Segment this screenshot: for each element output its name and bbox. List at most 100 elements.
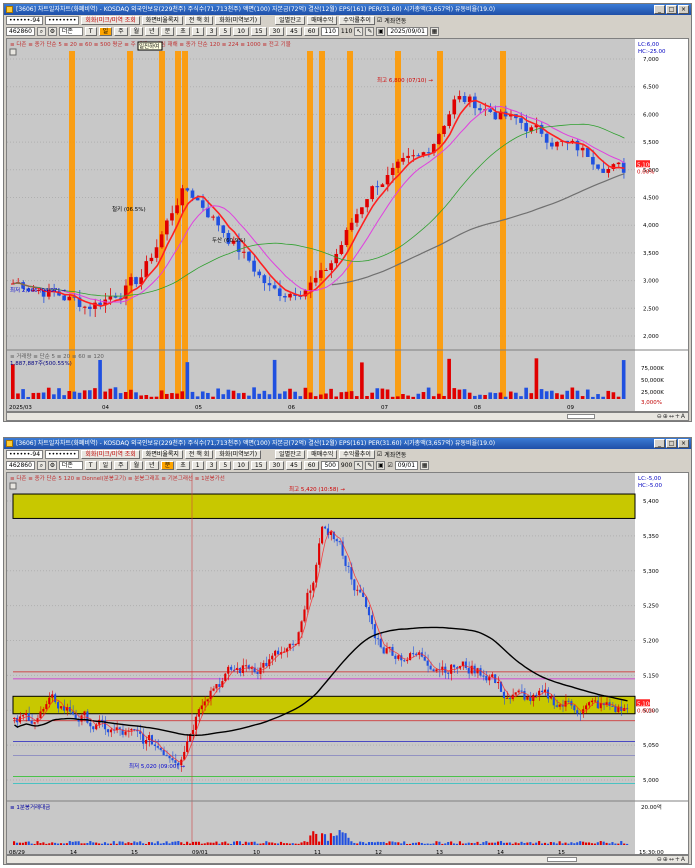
volume-bar (599, 841, 602, 845)
calendar-icon[interactable]: ▦ (420, 461, 430, 470)
minimize-icon[interactable]: _ (654, 439, 665, 448)
search-icon[interactable]: ⌕ (36, 461, 46, 470)
stock-code-input[interactable]: 462860 (6, 27, 35, 36)
close-icon[interactable]: × (678, 5, 689, 14)
settings-icon[interactable]: ⚙ (47, 27, 57, 36)
account-link-checkbox[interactable]: ☑ (377, 451, 382, 458)
daily-chart-area[interactable]: 7,000 6,500 6,000 5,500 5,000 4,500 4,000 3,500… (6, 38, 689, 412)
volume-bar (561, 843, 564, 845)
view-button[interactable]: 화화(미역보기) (215, 450, 262, 459)
trade-profit-button[interactable]: 매매수익 (307, 16, 338, 25)
all-button[interactable]: 전 책 회 (184, 16, 214, 25)
period-week-button[interactable]: 주 (114, 461, 128, 470)
cursor-icon[interactable]: ↖ (354, 27, 364, 36)
interval-10-button[interactable]: 10 (233, 461, 249, 470)
interval-15-button[interactable]: 15 (250, 27, 267, 36)
volume-bar (476, 841, 479, 845)
interval-60-button[interactable]: 60 (303, 461, 320, 470)
account-input[interactable]: ••••••-94 (6, 450, 44, 459)
daily-balance-button[interactable]: 일별잔고 (275, 450, 306, 459)
trade-profit-button[interactable]: 매매수익 (307, 450, 338, 459)
period-minute-button[interactable]: 분 (160, 27, 175, 36)
period-month-button[interactable]: 월 (129, 27, 144, 36)
close-icon[interactable]: × (678, 439, 689, 448)
interval-1-button[interactable]: 1 (191, 27, 204, 36)
volume-bar (57, 843, 60, 845)
candle-body (309, 590, 312, 593)
period-second-button[interactable]: 초 (176, 461, 190, 470)
chart-scrollbar[interactable]: ⊖⊕↔+A (6, 855, 689, 864)
settings-icon[interactable]: ⚙ (47, 461, 57, 470)
password-input[interactable]: •••••••• (45, 450, 80, 459)
candle-body (526, 696, 529, 700)
chart-scrollbar[interactable]: ⊖⊕↔+A (6, 412, 689, 421)
count-input[interactable]: 110 (321, 27, 339, 36)
query-button[interactable]: 회화(미크/미역 조회 (81, 16, 140, 25)
period-year-button[interactable]: 년 (145, 461, 159, 470)
count-input[interactable]: 500 (321, 461, 339, 470)
volume-bar (555, 393, 559, 399)
interval-5-button[interactable]: 5 (219, 27, 232, 36)
period-tick-button[interactable]: T (84, 27, 97, 36)
interval-45-button[interactable]: 45 (286, 461, 302, 470)
volume-bar (529, 393, 534, 399)
draw-icon[interactable]: ✎ (365, 461, 375, 470)
account-link-checkbox[interactable]: ☑ (377, 17, 382, 24)
period-second-button[interactable]: 초 (176, 27, 190, 36)
account-input[interactable]: ••••••-94 (6, 16, 44, 25)
draw-icon[interactable]: ✎ (365, 27, 375, 36)
interval-45-button[interactable]: 45 (286, 27, 302, 36)
period-day-button[interactable]: 일 (98, 461, 113, 470)
ratio-button[interactable]: 화면비율록지 (141, 16, 183, 25)
zoom-tools[interactable]: ⊖⊕↔+A (657, 413, 686, 420)
period-month-button[interactable]: 월 (129, 461, 144, 470)
ratio-button[interactable]: 화면비율록지 (141, 450, 183, 459)
zoom-tools[interactable]: ⊖⊕↔+A (657, 856, 686, 863)
profit-trend-button[interactable]: 수익률추이 (339, 16, 375, 25)
scroll-thumb[interactable] (547, 857, 577, 862)
interval-30-button[interactable]: 30 (268, 27, 285, 36)
period-year-button[interactable]: 년 (145, 27, 159, 36)
candle-body (42, 708, 45, 712)
minimize-icon[interactable]: _ (654, 5, 665, 14)
daily-candle-chart[interactable]: 7,0006,5006,0005,5005,0004,5004,0003,500… (7, 39, 689, 412)
volume-bar (543, 842, 547, 845)
interval-5-button[interactable]: 5 (219, 461, 232, 470)
minute-candle-chart[interactable]: 5,400 5,350 5,300 5,250 5,200 5,150 5,100 5,050… (7, 473, 689, 855)
candle-body (482, 675, 485, 677)
interval-30-button[interactable]: 30 (268, 461, 285, 470)
save-icon[interactable]: ▣ (376, 27, 386, 36)
save-icon[interactable]: ▣ (376, 461, 386, 470)
all-button[interactable]: 전 책 회 (184, 450, 214, 459)
interval-3-button[interactable]: 3 (205, 461, 218, 470)
view-button[interactable]: 화화(미역보기) (215, 16, 262, 25)
date-input[interactable]: 09/01 (394, 461, 419, 470)
period-minute-button[interactable]: 분 (160, 461, 175, 470)
volume-bar (235, 841, 239, 845)
interval-60-button[interactable]: 60 (303, 27, 320, 36)
period-day-button[interactable]: 일 (98, 27, 113, 36)
profit-trend-button[interactable]: 수익률추이 (339, 450, 375, 459)
maximize-icon[interactable]: □ (666, 5, 677, 14)
date-input[interactable]: 2025/09/01 (387, 27, 428, 36)
cursor-icon[interactable]: ↖ (354, 461, 364, 470)
volume-bar (242, 392, 246, 399)
query-button[interactable]: 회화(미크/미역 조회 (81, 450, 140, 459)
stock-code-input[interactable]: 462860 (6, 461, 35, 470)
calendar-icon[interactable]: ▦ (429, 27, 439, 36)
period-week-button[interactable]: 주 (114, 27, 128, 36)
date-checkbox[interactable]: ☑ (387, 462, 392, 469)
interval-15-button[interactable]: 15 (250, 461, 267, 470)
daily-balance-button[interactable]: 일별잔고 (275, 16, 306, 25)
candle-body (230, 666, 233, 670)
maximize-icon[interactable]: □ (666, 439, 677, 448)
minute-chart-area[interactable]: 5,400 5,350 5,300 5,250 5,200 5,150 5,100 5,050… (6, 472, 689, 855)
scroll-thumb[interactable] (567, 414, 595, 419)
interval-10-button[interactable]: 10 (233, 27, 249, 36)
password-input[interactable]: •••••••• (45, 16, 80, 25)
volume-bar (267, 394, 272, 399)
search-icon[interactable]: ⌕ (36, 27, 46, 36)
interval-3-button[interactable]: 3 (205, 27, 218, 36)
period-tick-button[interactable]: T (84, 461, 97, 470)
interval-1-button[interactable]: 1 (191, 461, 204, 470)
